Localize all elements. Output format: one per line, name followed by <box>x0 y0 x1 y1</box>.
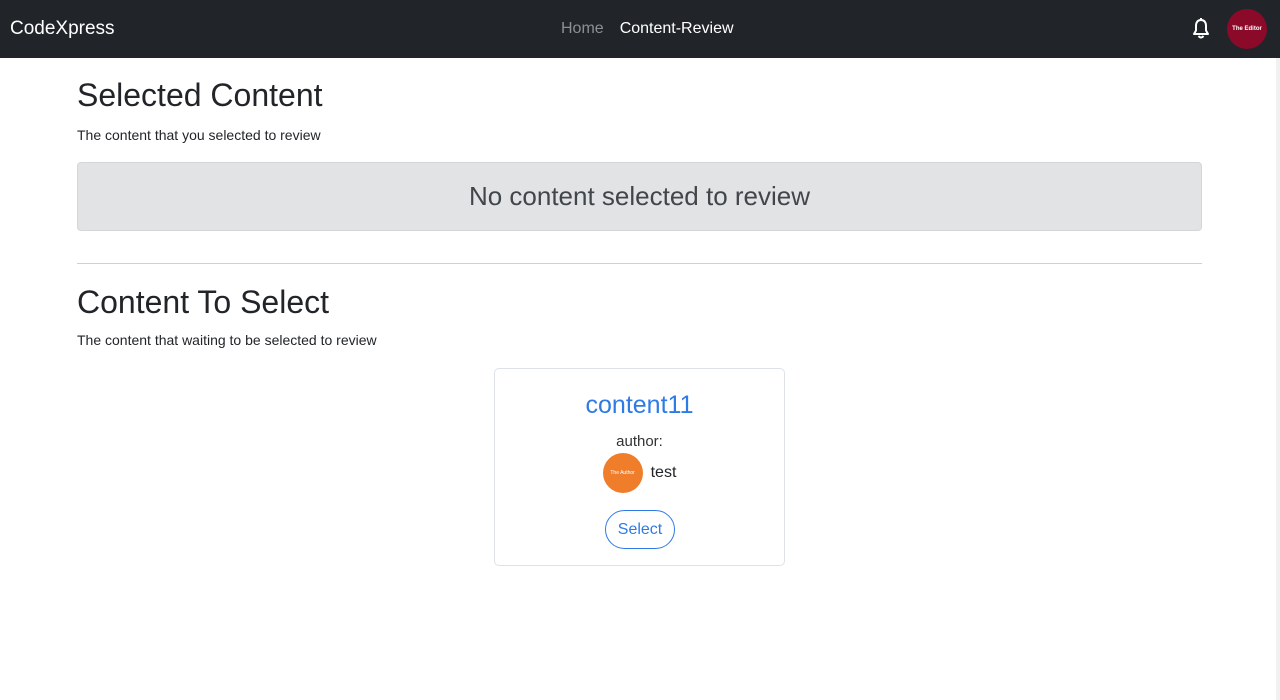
selected-content-subtitle: The content that you selected to review <box>77 127 321 143</box>
author-name: test <box>650 464 677 481</box>
brand-link[interactable]: CodeXpress <box>10 0 115 58</box>
editor-avatar[interactable]: The Editor <box>1227 9 1267 49</box>
content-to-select-subtitle: The content that waiting to be selected … <box>77 332 377 348</box>
content-card: content11 author: The Author test Select <box>494 368 785 566</box>
nav-link-content-review[interactable]: Content-Review <box>620 20 734 38</box>
content-card-title[interactable]: content11 <box>495 391 784 420</box>
content-to-select-title: Content To Select <box>77 284 330 320</box>
author-label: author: <box>616 433 663 450</box>
select-button[interactable]: Select <box>605 510 675 549</box>
author-avatar: The Author <box>602 453 643 493</box>
section-divider <box>77 263 1202 264</box>
bell-icon[interactable] <box>1192 18 1210 40</box>
nav-link-home[interactable]: Home <box>561 20 604 38</box>
page-scrollbar[interactable] <box>1276 58 1280 700</box>
author-row: The Author test <box>495 453 784 493</box>
empty-selection-message: No content selected to review <box>77 162 1202 231</box>
nav-links: Home Content-Review <box>561 0 734 58</box>
top-navbar: CodeXpress Home Content-Review The Edito… <box>0 0 1280 58</box>
selected-content-title: Selected Content <box>77 77 323 113</box>
